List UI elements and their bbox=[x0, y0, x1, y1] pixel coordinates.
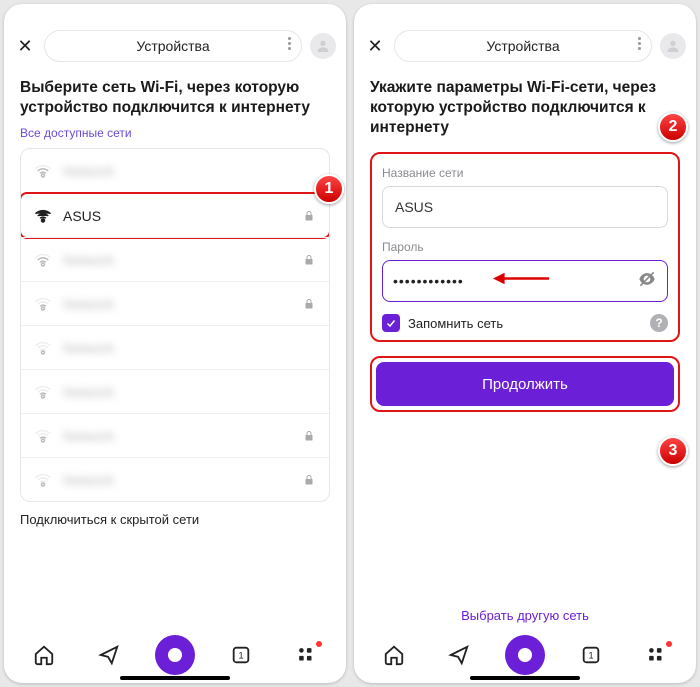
svg-text:1: 1 bbox=[589, 651, 594, 661]
eye-off-icon[interactable] bbox=[637, 269, 657, 294]
network-name: Network bbox=[63, 384, 317, 400]
choose-other-link[interactable]: Выбрать другую сеть bbox=[370, 608, 680, 631]
home-indicator bbox=[120, 676, 230, 680]
network-row[interactable]: ASUS bbox=[21, 193, 329, 237]
apps-icon[interactable] bbox=[288, 637, 324, 673]
svg-text:1: 1 bbox=[239, 651, 244, 661]
password-input[interactable]: •••••••••••• bbox=[382, 260, 668, 302]
ssid-input[interactable]: ASUS bbox=[382, 186, 668, 228]
annotation-badge-1: 1 bbox=[314, 174, 344, 204]
notification-dot bbox=[666, 641, 672, 647]
hidden-network-link[interactable]: Подключиться к скрытой сети bbox=[20, 502, 330, 527]
password-label: Пароль bbox=[382, 240, 668, 254]
header: ✕ Устройства bbox=[4, 22, 346, 72]
lock-icon bbox=[303, 473, 317, 487]
send-icon[interactable] bbox=[441, 637, 477, 673]
network-row[interactable]: Network bbox=[21, 457, 329, 501]
network-name: Network bbox=[63, 428, 293, 444]
network-name: Network bbox=[63, 252, 293, 268]
apps-icon[interactable] bbox=[638, 637, 674, 673]
statusbar bbox=[4, 4, 346, 22]
network-name: Network bbox=[63, 340, 317, 356]
arrow-annotation bbox=[493, 270, 551, 293]
network-row[interactable]: Network bbox=[21, 149, 329, 193]
lock-icon bbox=[303, 209, 317, 223]
network-name: Network bbox=[63, 296, 293, 312]
more-icon[interactable] bbox=[288, 37, 291, 50]
wifi-icon bbox=[33, 206, 53, 226]
network-row[interactable]: Network bbox=[21, 281, 329, 325]
annotation-badge-2: 2 bbox=[658, 112, 688, 142]
content: Укажите параметры Wi-Fi-сети, через кото… bbox=[354, 72, 696, 631]
alice-icon[interactable] bbox=[155, 635, 195, 675]
lock-icon bbox=[303, 297, 317, 311]
help-icon[interactable]: ? bbox=[650, 314, 668, 332]
lock-icon bbox=[303, 429, 317, 443]
page-title: Устройства bbox=[394, 30, 652, 62]
network-row[interactable]: Network bbox=[21, 369, 329, 413]
wifi-icon bbox=[33, 426, 53, 446]
close-icon[interactable]: ✕ bbox=[14, 35, 36, 57]
screen-network-params: ✕ Устройства Укажите параметры Wi-Fi-сет… bbox=[354, 4, 696, 683]
network-name: Network bbox=[63, 472, 293, 488]
heading: Выберите сеть Wi-Fi, через которую устро… bbox=[20, 78, 330, 118]
network-row[interactable]: Network bbox=[21, 237, 329, 281]
home-icon[interactable] bbox=[26, 637, 62, 673]
screen-select-network: ✕ Устройства Выберите сеть Wi-Fi, через … bbox=[4, 4, 346, 683]
network-row[interactable]: Network bbox=[21, 413, 329, 457]
title-text: Устройства bbox=[486, 38, 559, 54]
wifi-icon bbox=[33, 338, 53, 358]
title-text: Устройства bbox=[136, 38, 209, 54]
network-name: Network bbox=[63, 163, 317, 179]
remember-checkbox[interactable] bbox=[382, 314, 400, 332]
password-value: •••••••••••• bbox=[393, 273, 464, 289]
remember-label: Запомнить сеть bbox=[408, 316, 642, 331]
continue-button[interactable]: Продолжить bbox=[376, 362, 674, 406]
notification-dot bbox=[316, 641, 322, 647]
send-icon[interactable] bbox=[91, 637, 127, 673]
avatar[interactable] bbox=[660, 33, 686, 59]
close-icon[interactable]: ✕ bbox=[364, 35, 386, 57]
wifi-icon bbox=[33, 250, 53, 270]
network-list: Network ASUS Network Network Network Net… bbox=[20, 148, 330, 502]
wifi-icon bbox=[33, 294, 53, 314]
wifi-icon bbox=[33, 470, 53, 490]
continue-highlight: Продолжить bbox=[370, 356, 680, 412]
tabs-icon[interactable]: 1 bbox=[573, 637, 609, 673]
network-row[interactable]: Network bbox=[21, 325, 329, 369]
wifi-icon bbox=[33, 382, 53, 402]
alice-icon[interactable] bbox=[505, 635, 545, 675]
network-name: ASUS bbox=[63, 208, 293, 224]
heading: Укажите параметры Wi-Fi-сети, через кото… bbox=[370, 78, 680, 138]
ssid-label: Название сети bbox=[382, 166, 668, 180]
subheading: Все доступные сети bbox=[20, 126, 330, 140]
remember-row: Запомнить сеть ? bbox=[382, 314, 668, 332]
header: ✕ Устройства bbox=[354, 22, 696, 72]
tabs-icon[interactable]: 1 bbox=[223, 637, 259, 673]
avatar[interactable] bbox=[310, 33, 336, 59]
home-indicator bbox=[470, 676, 580, 680]
lock-icon bbox=[303, 253, 317, 267]
wifi-icon bbox=[33, 161, 53, 181]
wifi-form: Название сети ASUS Пароль •••••••••••• З… bbox=[370, 152, 680, 342]
home-icon[interactable] bbox=[376, 637, 412, 673]
annotation-badge-3: 3 bbox=[658, 436, 688, 466]
more-icon[interactable] bbox=[638, 37, 641, 50]
content: Выберите сеть Wi-Fi, через которую устро… bbox=[4, 72, 346, 631]
page-title: Устройства bbox=[44, 30, 302, 62]
statusbar bbox=[354, 4, 696, 22]
